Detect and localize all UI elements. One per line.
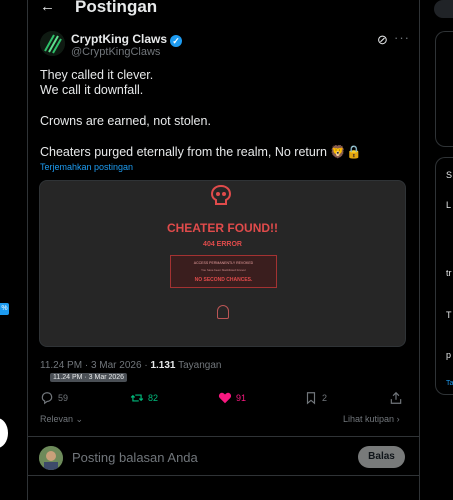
author-name[interactable]: CryptKing Claws ✓: [71, 32, 183, 47]
bookmark-icon: [306, 392, 316, 405]
post-image[interactable]: CHEATER FOUND!! 404 ERROR ACCESS PERMANE…: [39, 180, 406, 347]
post-text-line-2: We call it downfall.: [40, 83, 144, 97]
search-icon[interactable]: [434, 0, 453, 18]
more-options-icon[interactable]: ···: [394, 30, 410, 45]
post-text-line-1: They called it clever.: [40, 68, 154, 82]
header: ← Postingan: [28, 0, 419, 18]
right-item-4[interactable]: p: [446, 350, 451, 360]
reply-icon: [41, 392, 53, 405]
timestamp-tooltip: 11.24 PM · 3 Mar 2026: [50, 373, 128, 382]
like-count: 91: [236, 393, 247, 403]
right-item-3[interactable]: T: [446, 310, 452, 320]
post-meta: 11.24 PM · 3 Mar 2026 · 1.131 Tayangan: [40, 360, 222, 371]
post-text-line-3: Crowns are earned, not stolen.: [40, 114, 211, 128]
right-heading: S: [446, 170, 453, 180]
chevron-right-icon: ›: [396, 414, 400, 424]
left-edge-button[interactable]: [0, 418, 8, 448]
bookmark-button[interactable]: 2: [304, 391, 327, 405]
reply-count: 59: [58, 393, 69, 403]
reply-submit-button[interactable]: Balas: [358, 446, 405, 468]
skull-icon: [211, 185, 231, 205]
media-headline: CHEATER FOUND!!: [166, 221, 279, 235]
media-error-box: ACCESS PERMANENTLY REVOKED You have been…: [170, 255, 277, 288]
view-quotes-link[interactable]: Lihat kutipan ›: [343, 414, 400, 424]
bookmark-count: 2: [322, 393, 328, 403]
heart-icon: [218, 392, 232, 404]
verified-badge-icon: ✓: [170, 35, 183, 47]
reply-button[interactable]: 59: [40, 391, 68, 405]
media-box-footer: NO SECOND CHANCES.: [194, 277, 253, 283]
action-bar: 59 82 91 2: [28, 391, 419, 407]
views-count: 1.131: [150, 360, 176, 371]
user-avatar[interactable]: [39, 446, 63, 470]
translate-link[interactable]: Terjemahkan postingan: [40, 162, 133, 172]
right-panel-card: [435, 31, 453, 147]
repost-button[interactable]: 82: [130, 391, 158, 405]
media-error-code: 404 ERROR: [203, 241, 242, 248]
chevron-down-icon: ⌄: [75, 414, 84, 424]
sort-relevan[interactable]: Relevan ⌄: [40, 414, 83, 425]
left-edge-badge: %: [0, 303, 9, 315]
views-label: Tayangan: [178, 360, 222, 371]
repost-count: 82: [148, 393, 159, 403]
reply-input[interactable]: Posting balasan Anda: [72, 450, 198, 465]
reply-composer: Posting balasan Anda Balas: [28, 436, 419, 476]
page-title: Postingan: [75, 0, 158, 16]
post-column: ← Postingan CryptKing Claws ✓ @CryptKingC…: [27, 0, 420, 500]
author-handle[interactable]: @CryptKingClaws: [71, 46, 160, 58]
right-item-5[interactable]: Ta: [446, 380, 453, 387]
media-box-title: ACCESS PERMANENTLY REVOKED: [193, 261, 254, 265]
like-button[interactable]: 91: [218, 391, 246, 405]
media-box-subtitle: You have been blacklisted forever: [201, 268, 246, 272]
share-button[interactable]: [389, 391, 403, 405]
right-item-1[interactable]: L: [446, 200, 451, 210]
share-icon: [390, 391, 402, 404]
repost-icon: [130, 394, 144, 402]
post-text-line-4: Cheaters purged eternally from the realm…: [40, 145, 362, 159]
right-item-2[interactable]: tr: [446, 268, 452, 278]
post-timestamp[interactable]: 11.24 PM · 3 Mar 2026: [40, 360, 142, 371]
grok-icon[interactable]: ⊘: [377, 32, 388, 48]
next-reply-preview: [28, 492, 419, 500]
back-arrow-icon[interactable]: ←: [40, 0, 55, 15]
author-avatar[interactable]: [40, 31, 65, 56]
ghost-icon: [217, 305, 229, 319]
